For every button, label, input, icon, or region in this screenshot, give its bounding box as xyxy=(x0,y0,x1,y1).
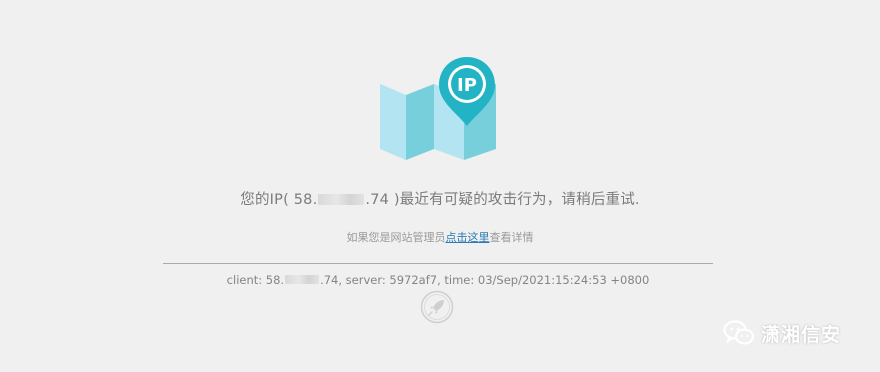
redacted-ip-block xyxy=(318,194,365,205)
wechat-icon xyxy=(723,320,755,345)
rocket-icon xyxy=(420,290,454,324)
details-link[interactable]: 点击这里 xyxy=(446,231,490,244)
message-suffix: .74 )最近有可疑的攻击行为，请稍后重试. xyxy=(365,192,640,208)
block-message: 您的IP( 58. .74 )最近有可疑的攻击行为，请稍后重试. xyxy=(0,188,880,209)
blocked-page: IP 您的IP( 58. .74 )最近有可疑的攻击行为，请稍后重试. 如果您是网… xyxy=(0,0,880,372)
admin-prefix: 如果您是网站管理员 xyxy=(346,231,446,244)
watermark: 潇湘信安 xyxy=(723,318,841,348)
client-info: client: 58. .74, server: 5972af7, time: 0… xyxy=(0,273,876,287)
watermark-text: 潇湘信安 xyxy=(761,323,842,346)
map-pin-icon: IP xyxy=(380,57,496,160)
client-prefix: client: 58. xyxy=(226,273,285,287)
client-suffix: .74, server: 5972af7, time: 03/Sep/2021:… xyxy=(320,273,650,287)
pin-label: IP xyxy=(457,75,477,96)
admin-suffix: 查看详情 xyxy=(489,231,534,244)
message-prefix: 您的IP( 58. xyxy=(240,192,318,208)
admin-hint: 如果您是网站管理员点击这里查看详情 xyxy=(0,229,880,245)
divider xyxy=(163,263,713,264)
redacted-client-ip xyxy=(285,275,320,284)
